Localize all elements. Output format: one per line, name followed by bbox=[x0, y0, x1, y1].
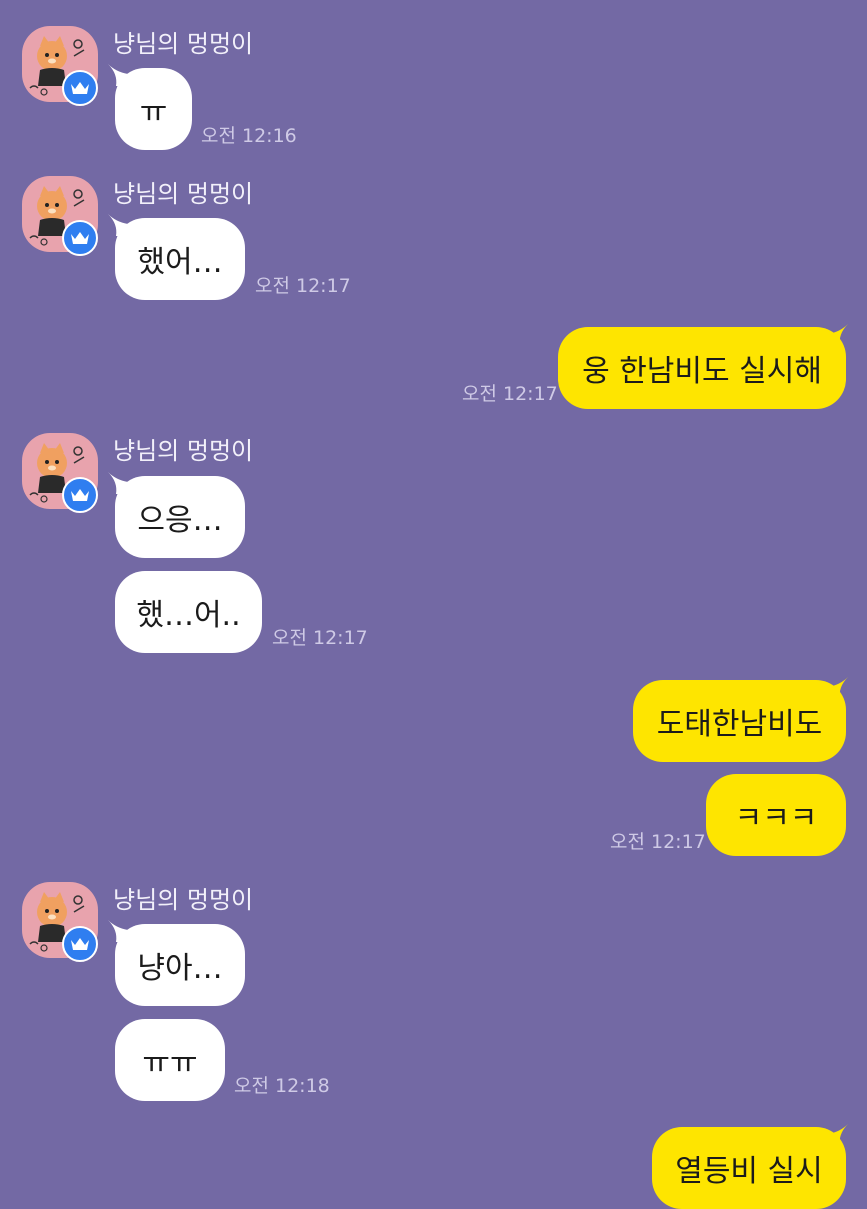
message-time: 오전 12:17 bbox=[610, 831, 706, 853]
message-bubble-outgoing[interactable]: ㅋㅋㅋ bbox=[706, 774, 846, 856]
message-text: 도태한남비도 bbox=[656, 707, 823, 742]
crown-icon bbox=[62, 70, 98, 106]
sender-name: 냥님의 멍멍이 bbox=[113, 886, 254, 914]
sender-name: 냥님의 멍멍이 bbox=[113, 30, 254, 58]
message-text: 했어… bbox=[137, 245, 223, 280]
message-time: 오전 12:17 bbox=[272, 627, 368, 649]
message-time: 오전 12:17 bbox=[462, 383, 558, 405]
message-time: 오전 12:16 bbox=[201, 125, 297, 147]
message-bubble-incoming[interactable]: ㅠㅠ bbox=[115, 1019, 225, 1101]
message-time: 오전 12:17 bbox=[255, 275, 351, 297]
avatar[interactable] bbox=[22, 176, 98, 256]
message-bubble-outgoing[interactable]: 웅 한남비도 실시해 bbox=[558, 327, 846, 409]
message-text: 열등비 실시 bbox=[675, 1154, 823, 1189]
message-bubble-incoming[interactable]: 냥아… bbox=[115, 924, 245, 1006]
message-text: ㅠ bbox=[139, 95, 168, 130]
message-bubble-outgoing[interactable]: 도태한남비도 bbox=[633, 680, 846, 762]
message-bubble-outgoing[interactable]: 열등비 실시 bbox=[652, 1127, 846, 1209]
message-bubble-incoming[interactable]: ㅠ bbox=[115, 68, 192, 150]
message-bubble-incoming[interactable]: 으응… bbox=[115, 476, 245, 558]
message-text: ㅋㅋㅋ bbox=[734, 801, 818, 836]
avatar[interactable] bbox=[22, 433, 98, 513]
avatar[interactable] bbox=[22, 26, 98, 106]
message-time: 오전 12:18 bbox=[234, 1075, 330, 1097]
message-bubble-incoming[interactable]: 했어… bbox=[115, 218, 245, 300]
sender-name: 냥님의 멍멍이 bbox=[113, 180, 254, 208]
crown-icon bbox=[62, 220, 98, 256]
message-text: 으응… bbox=[137, 503, 223, 538]
message-text: 웅 한남비도 실시해 bbox=[582, 354, 822, 389]
crown-icon bbox=[62, 926, 98, 962]
avatar[interactable] bbox=[22, 882, 98, 962]
message-text: ㅠㅠ bbox=[142, 1046, 198, 1081]
message-text: 했…어.. bbox=[136, 598, 241, 633]
message-bubble-incoming[interactable]: 했…어.. bbox=[115, 571, 262, 653]
message-text: 냥아… bbox=[137, 951, 223, 986]
sender-name: 냥님의 멍멍이 bbox=[113, 437, 254, 465]
crown-icon bbox=[62, 477, 98, 513]
